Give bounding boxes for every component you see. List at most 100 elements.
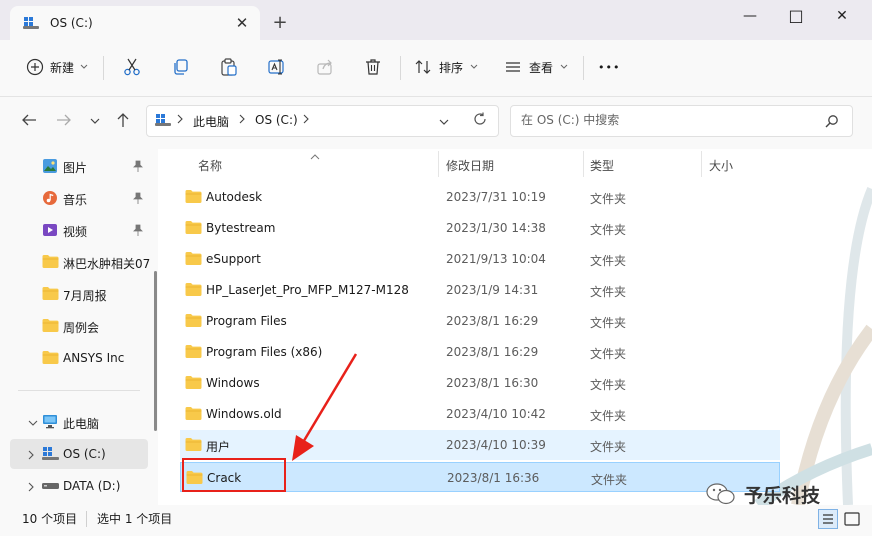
breadcrumb-chevron-icon	[303, 113, 309, 127]
chevron-right-icon[interactable]	[28, 481, 35, 495]
file-name: eSupport	[206, 252, 261, 266]
new-button[interactable]: 新建	[26, 50, 88, 84]
maximize-button[interactable]: □	[773, 0, 819, 32]
nav-item-data-d[interactable]: DATA (D:)	[10, 471, 148, 501]
file-row[interactable]: Autodesk 2023/7/31 10:19 文件夹	[180, 182, 780, 212]
tiles-view-button[interactable]	[843, 510, 861, 531]
annotation-highlight-box	[182, 458, 286, 492]
watermark: 予乐科技	[706, 479, 872, 505]
file-row[interactable]: Windows.old 2023/4/10 10:42 文件夹	[180, 399, 780, 429]
file-modified: 2023/1/30 14:38	[446, 221, 546, 235]
breadcrumb-this-pc[interactable]: 此电脑	[193, 113, 229, 130]
nav-item-this-pc[interactable]: 此电脑	[10, 407, 148, 437]
tab-os-c[interactable]: OS (C:) ✕	[10, 6, 260, 40]
nav-item-folder[interactable]: 7月周报	[10, 279, 148, 309]
column-header-modified[interactable]: 修改日期	[446, 157, 494, 174]
recent-locations-button[interactable]	[83, 109, 107, 133]
column-header-type[interactable]: 类型	[590, 157, 614, 174]
folder-icon	[42, 286, 59, 303]
address-bar[interactable]: 此电脑 OS (C:)	[146, 105, 499, 137]
view-button[interactable]: 查看	[504, 50, 568, 84]
refresh-icon[interactable]	[473, 112, 487, 129]
file-row[interactable]: Bytestream 2023/1/30 14:38 文件夹	[180, 213, 780, 243]
file-row[interactable]: Windows 2023/8/1 16:30 文件夹	[180, 368, 780, 398]
up-button[interactable]	[111, 109, 135, 133]
explorer-window: OS (C:) ✕ + — □ ✕ 新建 排序 查看 ••• 此电脑 OS (C…	[0, 0, 872, 536]
nav-item-pictures[interactable]: 图片	[10, 151, 148, 181]
file-row-hover[interactable]: 用户 2023/4/10 10:39 文件夹	[180, 430, 780, 460]
address-dropdown-icon[interactable]	[439, 115, 449, 129]
pictures-icon	[42, 158, 58, 177]
rename-button[interactable]	[267, 50, 287, 84]
chevron-down-icon	[470, 64, 478, 70]
file-name: Program Files	[206, 314, 287, 328]
chevron-right-icon[interactable]	[28, 449, 35, 463]
folder-icon	[185, 189, 202, 206]
arrow-left-icon	[21, 113, 37, 130]
nav-item-folder[interactable]: 周例会	[10, 311, 148, 341]
search-input[interactable]	[521, 113, 811, 127]
column-divider[interactable]	[701, 151, 702, 177]
nav-divider	[18, 390, 140, 391]
file-row[interactable]: Program Files (x86) 2023/8/1 16:29 文件夹	[180, 337, 780, 367]
nav-item-music[interactable]: 音乐	[10, 183, 148, 213]
see-more-button[interactable]: •••	[598, 50, 620, 84]
new-tab-button[interactable]: +	[268, 12, 292, 36]
file-type: 文件夹	[590, 440, 627, 454]
title-bar: OS (C:) ✕ + — □ ✕	[0, 0, 872, 40]
nav-item-label: 音乐	[63, 193, 88, 207]
chevron-down-icon[interactable]	[28, 416, 38, 430]
file-row[interactable]: eSupport 2021/9/13 10:04 文件夹	[180, 244, 780, 274]
search-box[interactable]	[510, 105, 853, 137]
nav-item-folder[interactable]: 淋巴水肿相关07	[10, 247, 150, 277]
file-modified: 2023/8/1 16:36	[447, 471, 540, 485]
nav-scrollbar[interactable]	[154, 271, 157, 431]
drive-icon	[42, 478, 59, 496]
paste-button[interactable]	[219, 50, 239, 84]
nav-item-videos[interactable]: 视频	[10, 215, 148, 245]
forward-button[interactable]	[52, 109, 76, 133]
computer-icon	[42, 414, 58, 432]
copy-icon	[171, 57, 191, 77]
tab-close-icon[interactable]: ✕	[230, 12, 254, 34]
folder-icon	[185, 406, 202, 423]
column-divider[interactable]	[583, 151, 584, 177]
file-list: 名称 修改日期 类型 大小 Autodesk 2023/7/31 10:19 文…	[158, 149, 872, 505]
file-row[interactable]: HP_LaserJet_Pro_MFP_M127-M128 2023/1/9 1…	[180, 275, 780, 305]
back-button[interactable]	[17, 109, 41, 133]
command-bar: 新建 排序 查看 •••	[0, 40, 872, 97]
file-type: 文件夹	[590, 378, 627, 392]
nav-item-folder[interactable]: ANSYS Inc	[10, 343, 148, 373]
annotation-arrow-icon	[292, 353, 358, 461]
file-row[interactable]: Program Files 2023/8/1 16:29 文件夹	[180, 306, 780, 336]
watermark-text: 予乐科技	[744, 485, 821, 505]
chevron-down-icon	[560, 64, 568, 70]
sort-button[interactable]: 排序	[414, 50, 478, 84]
file-type: 文件夹	[590, 223, 627, 237]
toolbar-divider	[103, 56, 104, 80]
toolbar-divider	[583, 56, 584, 80]
breadcrumb-os-c[interactable]: OS (C:)	[255, 113, 298, 127]
column-header-size[interactable]: 大小	[709, 157, 733, 174]
delete-icon	[363, 57, 383, 77]
nav-item-label: OS (C:)	[63, 447, 106, 461]
file-modified: 2021/9/13 10:04	[446, 252, 546, 266]
share-button[interactable]	[315, 50, 335, 84]
close-button[interactable]: ✕	[819, 0, 865, 32]
column-header-name[interactable]: 名称	[198, 157, 222, 174]
details-view-button[interactable]	[818, 509, 838, 529]
nav-item-os-c[interactable]: OS (C:)	[10, 439, 148, 469]
cut-button[interactable]	[122, 50, 142, 84]
column-divider[interactable]	[438, 151, 439, 177]
paste-icon	[219, 57, 239, 77]
folder-icon	[185, 251, 202, 268]
copy-button[interactable]	[171, 50, 191, 84]
pin-icon	[133, 192, 143, 207]
delete-button[interactable]	[363, 50, 383, 84]
search-icon	[825, 114, 839, 131]
minimize-button[interactable]: —	[727, 0, 773, 32]
folder-icon	[185, 282, 202, 299]
folder-icon	[185, 375, 202, 392]
pin-icon	[133, 160, 143, 175]
file-modified: 2023/4/10 10:42	[446, 407, 546, 421]
